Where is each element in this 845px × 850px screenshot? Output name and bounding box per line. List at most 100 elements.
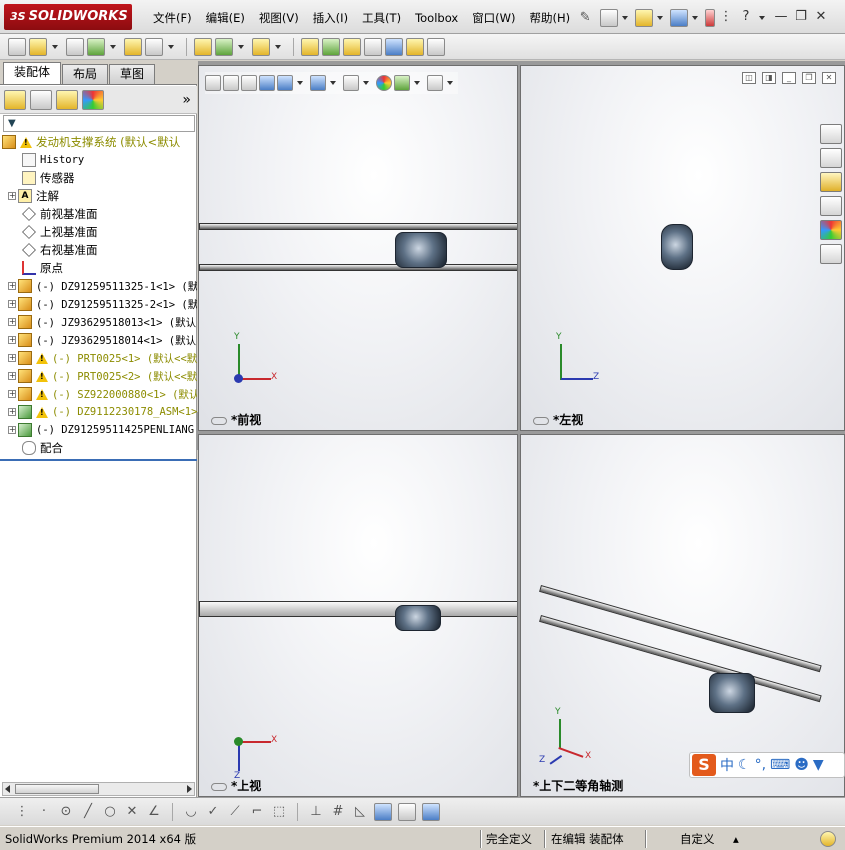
insert-component-icon[interactable]	[8, 37, 26, 56]
open-folder-icon[interactable]	[635, 9, 653, 27]
ruler-icon[interactable]: ⊥	[308, 804, 324, 820]
expand-icon[interactable]: +	[8, 372, 16, 380]
section-view-icon[interactable]	[259, 75, 275, 91]
tree-item-history[interactable]: History	[22, 151, 197, 169]
menu-edit[interactable]: 编辑(E)	[199, 8, 252, 28]
component-dropdown-icon[interactable]	[52, 44, 58, 49]
show-hidden-icon[interactable]	[194, 37, 212, 56]
pattern-dropdown-icon[interactable]	[110, 44, 116, 49]
sogou-logo-icon[interactable]: S	[692, 754, 716, 776]
resources-icon[interactable]	[820, 148, 842, 168]
four-view-icon[interactable]	[422, 802, 440, 821]
ime-mode-toggle[interactable]: 中	[720, 755, 734, 775]
angle-icon[interactable]: ∠	[146, 804, 162, 820]
instant3d-icon[interactable]	[427, 37, 445, 56]
single-view-icon[interactable]	[398, 802, 416, 821]
tree-item-component[interactable]: + (-) DZ91259511325-1<1> (默	[8, 277, 197, 295]
horizontal-scrollbar[interactable]	[2, 782, 195, 796]
new-motion-study-icon[interactable]	[301, 37, 319, 56]
punctuation-icon[interactable]: °,	[755, 757, 766, 773]
move-component-icon[interactable]	[145, 37, 163, 56]
features-dropdown-icon[interactable]	[238, 44, 244, 49]
tree-item-origin[interactable]: 原点	[22, 259, 197, 277]
expand-icon[interactable]: +	[8, 408, 16, 416]
zoom-area-icon[interactable]	[223, 75, 239, 91]
interference-detection-icon[interactable]	[385, 37, 403, 56]
triangle-icon[interactable]: ◺	[352, 804, 368, 820]
scene-dropdown-icon[interactable]	[414, 81, 420, 85]
scroll-left-icon[interactable]	[5, 785, 10, 793]
user-icon[interactable]: ☻	[794, 757, 809, 773]
display-manager-icon[interactable]	[82, 89, 104, 110]
bill-of-materials-icon[interactable]	[322, 37, 340, 56]
new-dropdown-icon[interactable]	[622, 16, 628, 20]
view-settings-dropdown-icon[interactable]	[447, 81, 453, 85]
feature-manager-icon[interactable]	[4, 89, 26, 110]
exploded-view-icon[interactable]	[343, 37, 361, 56]
tab-layout[interactable]: 布局	[62, 64, 109, 84]
keyboard-icon[interactable]: ⌨	[770, 757, 790, 773]
appearances-icon[interactable]	[820, 220, 842, 240]
expand-icon[interactable]: +	[8, 300, 16, 308]
restore-icon[interactable]: ❐	[792, 10, 810, 26]
design-library-folder-icon[interactable]	[820, 172, 842, 192]
reference-dropdown-icon[interactable]	[275, 44, 281, 49]
tree-item-right-plane[interactable]: 右视基准面	[22, 241, 197, 259]
solidworks-logo[interactable]: 3S SOLIDWORKS	[4, 4, 132, 30]
expand-icon[interactable]: +	[8, 336, 16, 344]
open-dropdown-icon[interactable]	[657, 16, 663, 20]
expand-icon[interactable]: +	[8, 426, 16, 434]
hide-show-dropdown-icon[interactable]	[363, 81, 369, 85]
display-style-icon[interactable]	[310, 75, 326, 91]
menu-help[interactable]: 帮助(H)	[523, 8, 578, 28]
help-icon[interactable]: ?	[737, 10, 755, 26]
close-icon[interactable]: ✕	[812, 10, 830, 26]
point-icon[interactable]: ·	[36, 804, 52, 820]
tree-item-root[interactable]: 发动机支撑系统 (默认<默认	[2, 133, 197, 151]
clearance-verification-icon[interactable]	[406, 37, 424, 56]
menu-tools[interactable]: 工具(T)	[355, 8, 408, 28]
corner-icon[interactable]: ⌐	[249, 804, 265, 820]
menu-view[interactable]: 视图(V)	[252, 8, 306, 28]
assembly-features-icon[interactable]	[215, 37, 233, 56]
scroll-thumb[interactable]	[15, 784, 99, 794]
menu-toolbox[interactable]: Toolbox	[408, 8, 465, 28]
viewport-close-icon[interactable]: ✕	[822, 72, 836, 84]
custom-properties-icon[interactable]	[820, 244, 842, 264]
hide-show-icon[interactable]	[343, 75, 359, 91]
3d-view-icon[interactable]	[374, 802, 392, 821]
file-explorer-icon[interactable]	[820, 196, 842, 216]
configuration-manager-icon[interactable]	[56, 89, 78, 110]
menu-file[interactable]: 文件(F)	[146, 8, 199, 28]
help-dropdown-icon[interactable]	[759, 16, 765, 20]
circle-icon[interactable]: ○	[102, 804, 118, 820]
viewport-isometric[interactable]: Y Z X *上下二等角轴测	[520, 434, 845, 797]
viewport-top[interactable]: X Z *上视	[198, 434, 518, 797]
rebuild-tag-icon[interactable]	[820, 831, 836, 847]
linear-pattern-icon[interactable]	[87, 37, 105, 56]
slash-icon[interactable]: ⟋	[227, 804, 243, 820]
view-orientation-icon[interactable]	[277, 75, 293, 91]
new-part-icon[interactable]	[29, 37, 47, 56]
viewport-front[interactable]: Y X *前视	[198, 65, 518, 431]
scroll-right-icon[interactable]	[187, 785, 192, 793]
line-icon[interactable]: ╱	[80, 804, 96, 820]
expand-icon[interactable]: +	[8, 354, 16, 362]
previous-view-icon[interactable]	[241, 75, 257, 91]
minimize-icon[interactable]: —	[772, 10, 790, 26]
expand-icon[interactable]: +	[8, 390, 16, 398]
tree-item-front-plane[interactable]: 前视基准面	[22, 205, 197, 223]
view-settings-icon[interactable]	[427, 75, 443, 91]
apply-scene-icon[interactable]	[394, 75, 410, 91]
tab-sketch[interactable]: 草图	[109, 64, 156, 84]
centerpoint-icon[interactable]: ⊙	[58, 804, 74, 820]
units-up-icon[interactable]: ▴	[733, 830, 739, 848]
tangent-arc-icon[interactable]: ◡	[183, 804, 199, 820]
split-view-icon[interactable]: ◨	[762, 72, 776, 84]
tab-assembly[interactable]: 装配体	[3, 62, 62, 84]
save-dropdown-icon[interactable]	[692, 16, 698, 20]
viewport-restore-icon[interactable]: ❐	[802, 72, 816, 84]
reference-geometry-icon[interactable]	[252, 37, 270, 56]
orientation-dropdown-icon[interactable]	[297, 81, 303, 85]
tree-item-component[interactable]: + (-) PRT0025<1> (默认<<默	[8, 349, 197, 367]
